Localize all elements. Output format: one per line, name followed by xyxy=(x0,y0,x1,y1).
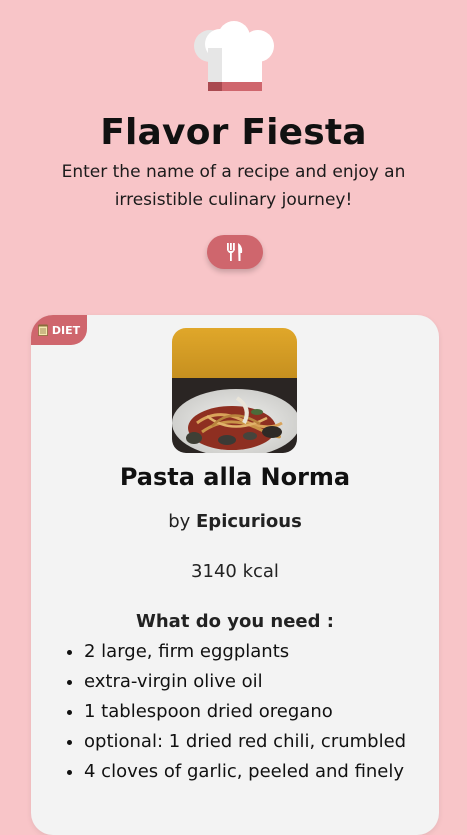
recipe-image[interactable] xyxy=(172,328,297,453)
search-button[interactable] xyxy=(207,235,263,269)
page-title: Flavor Fiesta xyxy=(100,112,367,153)
by-label: by xyxy=(168,511,191,532)
badge-label: DIET xyxy=(51,323,81,337)
recipe-calories: 3140 kcal xyxy=(191,561,279,582)
fork-knife-icon xyxy=(224,241,246,263)
ingredients-list: 2 large, firm eggplants extra-virgin oli… xyxy=(54,637,439,787)
notepad-icon xyxy=(37,324,48,336)
list-item: 1 tablespoon dried oregano xyxy=(84,697,439,727)
list-item: optional: 1 dried red chili, crumbled xyxy=(84,727,439,757)
diet-badge: DIET xyxy=(31,315,87,345)
ingredients-heading: What do you need : xyxy=(136,611,334,632)
list-item: extra-virgin olive oil xyxy=(84,667,439,697)
recipe-name: Pasta alla Norma xyxy=(119,463,351,491)
recipe-card: DIET Pasta alla Norma by Epicurious 3140… xyxy=(31,315,439,835)
page-subtitle: Enter the name of a recipe and enjoy an … xyxy=(61,162,406,210)
author-name: Epicurious xyxy=(196,511,302,532)
recipe-author: by Epicurious xyxy=(31,511,439,532)
chef-hat-icon xyxy=(190,20,278,92)
list-item: 2 large, firm eggplants xyxy=(84,637,439,667)
